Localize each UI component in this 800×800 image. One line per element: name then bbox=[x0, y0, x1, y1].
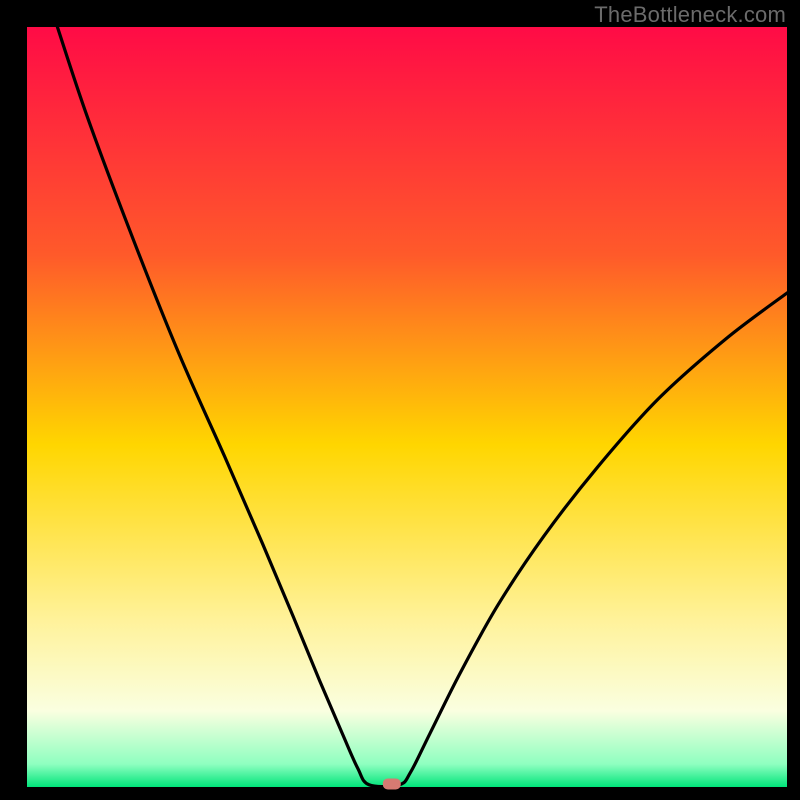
chart-frame: TheBottleneck.com bbox=[0, 0, 800, 800]
plot-background-gradient bbox=[27, 27, 787, 787]
optimal-point-marker bbox=[383, 778, 401, 789]
bottleneck-chart bbox=[0, 0, 800, 800]
watermark-text: TheBottleneck.com bbox=[594, 2, 786, 28]
